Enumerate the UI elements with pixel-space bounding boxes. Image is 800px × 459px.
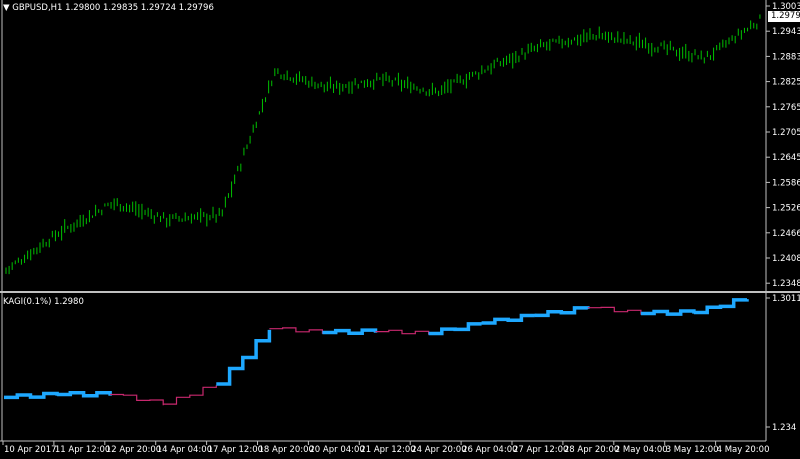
time-axis-label: 12 Apr 20:00 bbox=[106, 445, 161, 455]
time-axis-label: 11 Apr 12:00 bbox=[55, 445, 110, 455]
time-axis-label: 4 May 20:00 bbox=[717, 445, 770, 455]
time-axis-label: 10 Apr 2017 bbox=[4, 445, 57, 455]
price-axis-label: 1.23481 bbox=[772, 279, 800, 289]
price-axis-label: 1.27051 bbox=[772, 128, 800, 138]
time-axis-label: 20 Apr 04:00 bbox=[309, 445, 364, 455]
kagi-yang-segment bbox=[693, 298, 749, 315]
symbol-header: ▼ GBPUSD,H1 1.29800 1.29835 1.29724 1.29… bbox=[3, 3, 214, 13]
time-axis-label: 14 Apr 04:00 bbox=[157, 445, 212, 455]
price-axis-label: 1.24081 bbox=[772, 254, 800, 264]
chart-window[interactable]: 1.300361.294361.288361.282511.276511.270… bbox=[0, 0, 800, 456]
time-axis-label: 18 Apr 20:00 bbox=[259, 445, 314, 455]
ohlc-values: 1.29800 1.29835 1.29724 1.29796 bbox=[65, 3, 214, 13]
kagi-yang-segment bbox=[640, 309, 696, 316]
time-axis-label: 26 Apr 04:00 bbox=[462, 445, 517, 455]
kagi-yin-segment bbox=[587, 306, 642, 315]
kagi-yang-segment bbox=[481, 313, 537, 325]
price-axis-label: 1.26451 bbox=[772, 153, 800, 163]
price-axis-label: 1.28836 bbox=[772, 52, 800, 62]
kagi-yin-segment bbox=[163, 385, 217, 405]
price-axis-label: 1.25266 bbox=[772, 204, 800, 214]
price-axis-label: 1.29436 bbox=[772, 27, 800, 37]
kagi-yang-segment bbox=[216, 329, 272, 386]
current-price-tag: 1.29796 bbox=[768, 11, 800, 22]
kagi-yin-segment bbox=[375, 329, 430, 335]
indicator-axis-label: 1.3011 bbox=[772, 294, 800, 304]
indicator-axis-label: 1.234 bbox=[772, 423, 796, 433]
time-axis-label: 3 May 12:00 bbox=[666, 445, 719, 455]
triangle-down-icon[interactable]: ▼ bbox=[3, 3, 10, 13]
kagi-yang-segment bbox=[534, 306, 590, 318]
time-axis-label: 21 Apr 12:00 bbox=[360, 445, 415, 455]
time-axis-label: 2 May 04:00 bbox=[615, 445, 668, 455]
kagi-yang-segment bbox=[4, 391, 59, 400]
kagi-yin-segment bbox=[269, 327, 323, 334]
kagi-yang-segment bbox=[322, 328, 378, 335]
kagi-yin-segment bbox=[110, 393, 164, 406]
time-axis-label: 17 Apr 12:00 bbox=[208, 445, 263, 455]
indicator-label: KAGI(0.1%) 1.2980 bbox=[3, 297, 84, 307]
kagi-yang-segment bbox=[428, 322, 484, 336]
time-axis-label: 28 Apr 20:00 bbox=[564, 445, 619, 455]
price-axis-label: 1.27651 bbox=[772, 103, 800, 113]
symbol-timeframe: GBPUSD,H1 bbox=[12, 3, 63, 13]
kagi-yang-segment bbox=[57, 391, 112, 398]
price-axis-label: 1.28251 bbox=[772, 78, 800, 88]
price-axis-label: 1.25866 bbox=[772, 178, 800, 188]
price-axis-label: 1.24666 bbox=[772, 229, 800, 239]
time-axis-label: 27 Apr 12:00 bbox=[513, 445, 568, 455]
chart-canvas[interactable]: 1.300361.294361.288361.282511.276511.270… bbox=[0, 0, 800, 456]
time-axis-label: 24 Apr 20:00 bbox=[411, 445, 466, 455]
indicator-header: KAGI(0.1%) 1.2980 bbox=[3, 297, 84, 307]
